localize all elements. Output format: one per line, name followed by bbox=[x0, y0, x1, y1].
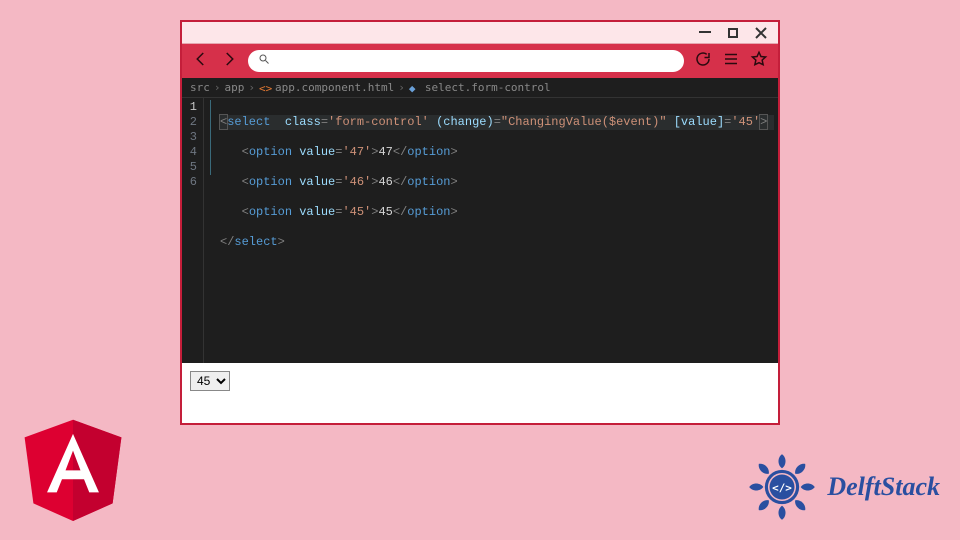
chevron-right-icon: › bbox=[214, 81, 221, 94]
breadcrumb-part[interactable]: src bbox=[190, 81, 210, 94]
element-icon: ◆ bbox=[409, 82, 421, 94]
code-line[interactable] bbox=[220, 265, 774, 280]
code-line[interactable]: <select class='form-control' (change)="C… bbox=[220, 115, 774, 130]
svg-text:</>: </> bbox=[772, 482, 792, 495]
code-content[interactable]: <select class='form-control' (change)="C… bbox=[216, 98, 778, 363]
breadcrumb-part[interactable]: select.form-control bbox=[425, 81, 551, 94]
form-select[interactable]: 47 46 45 bbox=[190, 371, 230, 391]
rendered-page: 47 46 45 bbox=[182, 363, 778, 423]
line-number: 5 bbox=[186, 160, 197, 175]
minimize-button[interactable] bbox=[698, 26, 712, 40]
indent-guides bbox=[204, 98, 216, 363]
close-button[interactable] bbox=[754, 26, 768, 40]
code-line[interactable]: <option value='45'>45</option> bbox=[220, 205, 774, 220]
code-line[interactable]: <option value='46'>46</option> bbox=[220, 175, 774, 190]
forward-button[interactable] bbox=[220, 50, 238, 73]
breadcrumb-part[interactable]: app.component.html bbox=[275, 81, 394, 94]
angular-logo bbox=[18, 411, 128, 526]
code-editor[interactable]: 1 2 3 4 5 6 <select class='form-control'… bbox=[182, 98, 778, 363]
line-number: 2 bbox=[186, 115, 197, 130]
breadcrumb-part[interactable]: app bbox=[225, 81, 245, 94]
search-icon bbox=[258, 52, 270, 70]
line-number: 6 bbox=[186, 175, 197, 190]
back-button[interactable] bbox=[192, 50, 210, 73]
reload-button[interactable] bbox=[694, 50, 712, 73]
html-file-icon: <> bbox=[259, 82, 271, 94]
mandala-icon: </> bbox=[743, 448, 821, 526]
hamburger-menu-icon[interactable] bbox=[722, 50, 740, 73]
code-line[interactable]: </select> bbox=[220, 235, 774, 250]
star-icon[interactable] bbox=[750, 50, 768, 73]
url-bar[interactable] bbox=[248, 50, 684, 72]
delftstack-text: DelftStack bbox=[827, 472, 940, 502]
chevron-right-icon: › bbox=[248, 81, 255, 94]
url-input[interactable] bbox=[278, 54, 674, 68]
chevron-right-icon: › bbox=[398, 81, 405, 94]
browser-toolbar bbox=[182, 44, 778, 78]
maximize-button[interactable] bbox=[726, 26, 740, 40]
line-number-gutter: 1 2 3 4 5 6 bbox=[182, 98, 204, 363]
line-number: 4 bbox=[186, 145, 197, 160]
editor-breadcrumb[interactable]: src › app › <> app.component.html › ◆ se… bbox=[182, 78, 778, 98]
line-number: 3 bbox=[186, 130, 197, 145]
delftstack-logo: </> DelftStack bbox=[743, 448, 940, 526]
browser-window: src › app › <> app.component.html › ◆ se… bbox=[180, 20, 780, 425]
line-number: 1 bbox=[186, 100, 197, 115]
window-titlebar bbox=[182, 22, 778, 44]
code-line[interactable]: <option value='47'>47</option> bbox=[220, 145, 774, 160]
